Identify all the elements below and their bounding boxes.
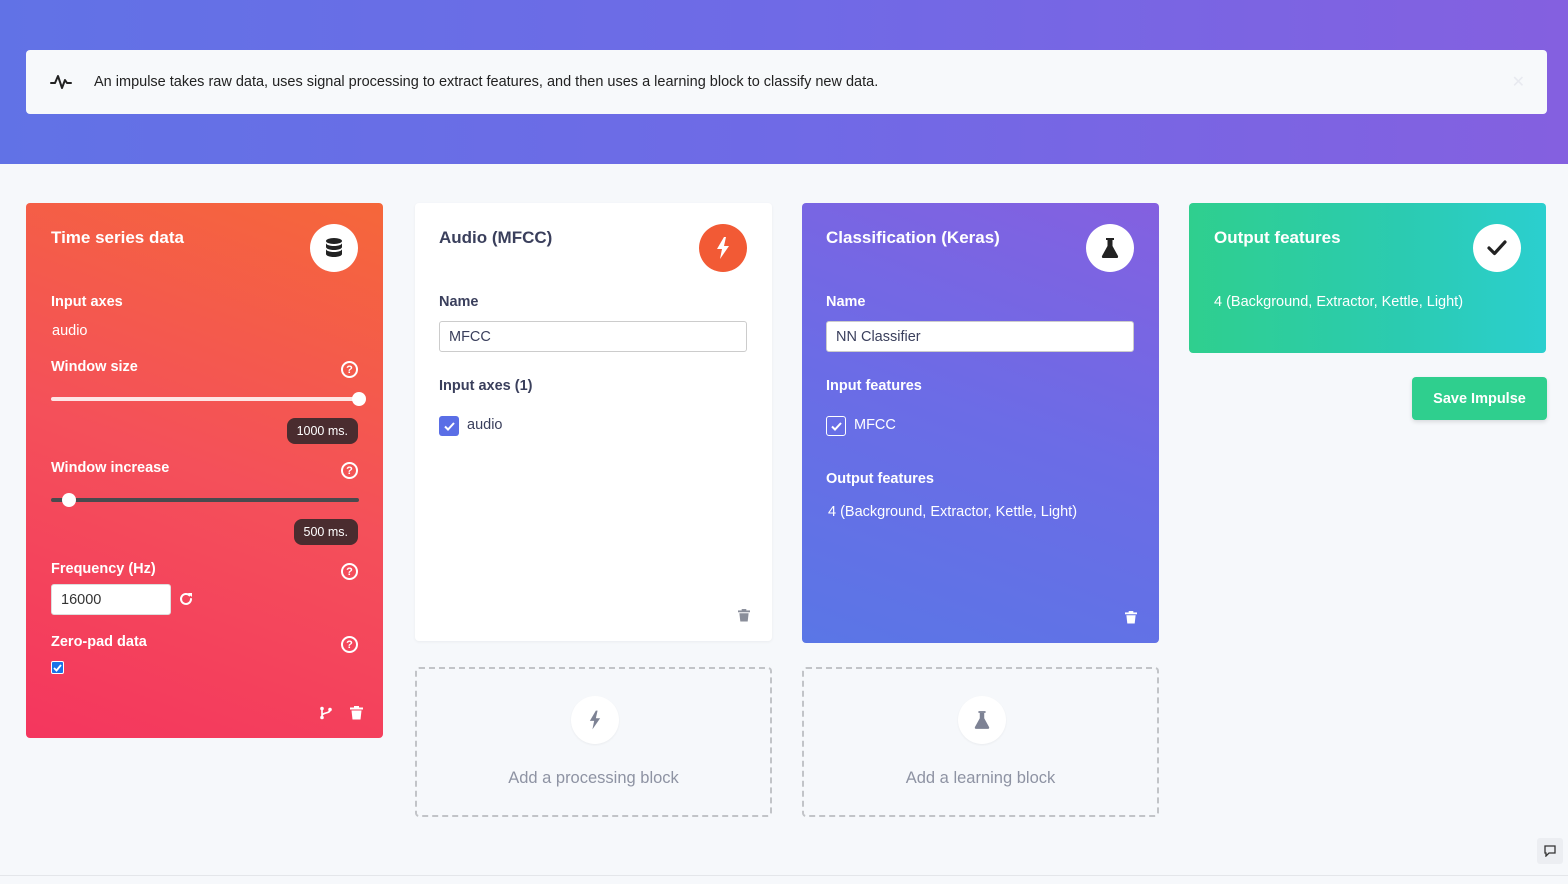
window-size-value: 1000 ms. xyxy=(286,418,358,444)
output-block: Output features 4 (Background, Extractor… xyxy=(1189,203,1546,353)
trash-icon[interactable] xyxy=(738,609,752,623)
learning-title: Classification (Keras) xyxy=(826,228,1000,247)
axis-item-label: audio xyxy=(467,417,503,433)
window-increase-slider[interactable] xyxy=(51,498,359,502)
window-increase-slider-handle[interactable] xyxy=(62,493,77,507)
add-learning-block[interactable]: Add a learning block xyxy=(802,667,1159,817)
input-axes-value: audio xyxy=(52,323,88,339)
frequency-label: Frequency (Hz) xyxy=(51,561,156,577)
window-increase-label: Window increase xyxy=(51,460,170,476)
processing-name-input[interactable] xyxy=(439,321,747,352)
processing-block: Audio (MFCC) Name Input axes (1) audio xyxy=(415,203,772,641)
learning-name-input[interactable] xyxy=(826,321,1134,352)
save-impulse-button[interactable]: Save Impulse xyxy=(1412,377,1547,420)
input-axes-label: Input axes xyxy=(51,294,123,310)
add-processing-label: Add a processing block xyxy=(508,769,679,787)
close-icon[interactable]: ✕ xyxy=(1512,72,1525,92)
add-learning-label: Add a learning block xyxy=(905,769,1056,787)
pulse-icon xyxy=(50,71,72,93)
help-icon[interactable]: ? xyxy=(341,462,358,479)
info-banner: An impulse takes raw data, uses signal p… xyxy=(26,50,1547,114)
output-features-value: 4 (Background, Extractor, Kettle, Light) xyxy=(1214,294,1464,310)
output-title: Output features xyxy=(1214,228,1341,247)
lightning-icon xyxy=(699,224,747,272)
flask-icon xyxy=(1086,224,1134,272)
info-banner-text: An impulse takes raw data, uses signal p… xyxy=(94,74,879,90)
zero-pad-label: Zero-pad data xyxy=(51,634,147,650)
trash-icon[interactable] xyxy=(1125,611,1139,625)
help-icon[interactable]: ? xyxy=(341,636,358,653)
feature-item-label: MFCC xyxy=(854,417,896,433)
refresh-icon[interactable] xyxy=(178,591,194,607)
window-increase-value: 500 ms. xyxy=(293,519,358,545)
zero-pad-checkbox[interactable] xyxy=(51,661,64,674)
axis-checkbox[interactable] xyxy=(439,416,459,436)
output-features-value: 4 (Background, Extractor, Kettle, Light) xyxy=(828,504,1078,520)
processing-title: Audio (MFCC) xyxy=(439,228,553,247)
check-icon xyxy=(1473,224,1521,272)
input-features-label: Input features xyxy=(826,378,922,394)
database-icon xyxy=(310,224,358,272)
branch-icon[interactable] xyxy=(319,706,333,720)
learning-block: Classification (Keras) Name Input featur… xyxy=(802,203,1159,643)
window-size-slider-handle[interactable] xyxy=(352,392,366,406)
help-icon[interactable]: ? xyxy=(341,361,358,378)
feature-checkbox[interactable] xyxy=(826,416,846,436)
help-icon[interactable]: ? xyxy=(341,563,358,580)
output-features-label: Output features xyxy=(826,471,934,487)
input-axes-label: Input axes (1) xyxy=(439,378,533,394)
lightning-icon xyxy=(571,696,619,744)
flask-icon xyxy=(958,696,1006,744)
time-series-block: Time series data Input axes audio Window… xyxy=(26,203,383,738)
feedback-icon[interactable] xyxy=(1537,838,1563,864)
window-size-label: Window size xyxy=(51,359,138,375)
footer-divider xyxy=(0,875,1568,876)
name-label: Name xyxy=(439,294,479,310)
add-processing-block[interactable]: Add a processing block xyxy=(415,667,772,817)
time-series-title: Time series data xyxy=(51,228,184,247)
frequency-input[interactable] xyxy=(51,584,171,615)
name-label: Name xyxy=(826,294,866,310)
window-size-slider[interactable] xyxy=(51,397,359,401)
trash-icon[interactable] xyxy=(350,706,364,720)
